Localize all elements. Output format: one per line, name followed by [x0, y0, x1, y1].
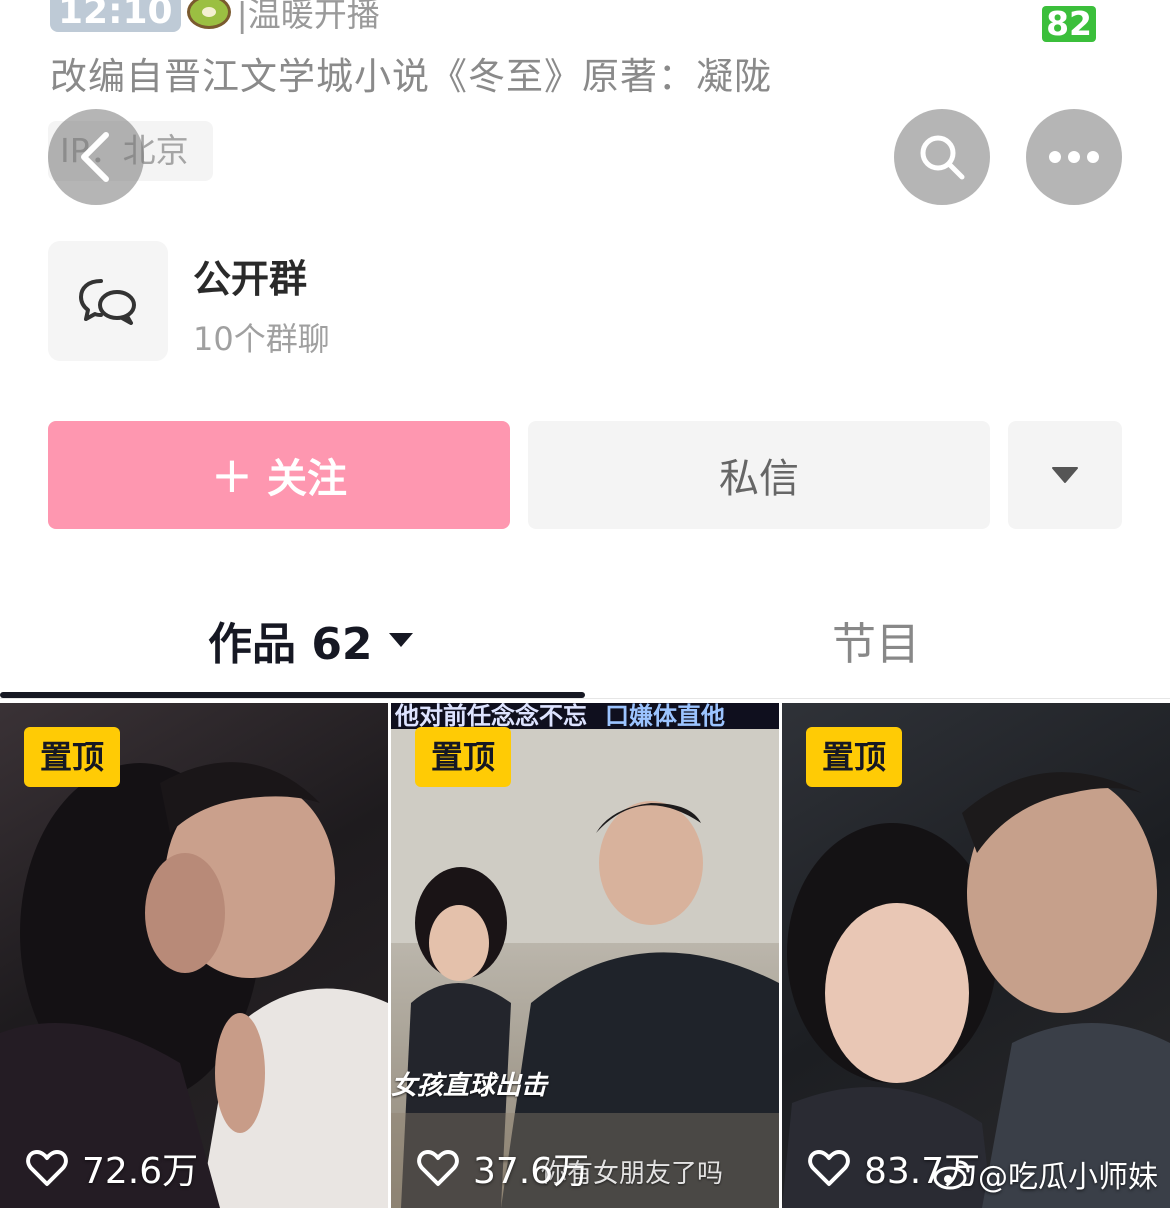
- tab-works[interactable]: 作品 62: [208, 608, 413, 672]
- video-2-banner: 他对前任念念不忘 口嫌体直他: [391, 703, 779, 730]
- video-thumbnail-3[interactable]: 置顶 83.7万 @吃瓜小师妹: [782, 703, 1170, 1208]
- pinned-badge: 置顶: [415, 727, 511, 787]
- heart-icon: [26, 1150, 68, 1186]
- chevron-left-icon: [81, 132, 109, 182]
- message-label: 私信: [719, 456, 799, 502]
- message-button[interactable]: 私信: [528, 421, 990, 529]
- battery-indicator: 82: [1042, 6, 1096, 42]
- follow-label: 关注: [266, 456, 347, 502]
- banner-right-text: 口嫌体直他: [605, 703, 725, 730]
- more-options-button[interactable]: [1026, 109, 1122, 205]
- like-count-text: 37.6万: [473, 1151, 590, 1192]
- group-title[interactable]: 公开群: [193, 248, 307, 303]
- follow-button[interactable]: + 关注: [48, 421, 510, 529]
- like-count-text: 72.6万: [82, 1151, 199, 1192]
- video-2-caption: 女孩直球出击: [391, 1071, 548, 1101]
- profile-bio: 改编自晋江文学城小说《冬至》原著：凝陇: [50, 55, 772, 98]
- video-thumbnail-2[interactable]: 他对前任念念不忘 口嫌体直他 女孩直球出击 你有女朋友了吗 置顶 37.6万: [391, 703, 779, 1208]
- caret-down-icon: [388, 633, 413, 647]
- heart-icon: [417, 1150, 459, 1186]
- heart-icon: [808, 1150, 850, 1186]
- search-button[interactable]: [894, 109, 990, 205]
- plus-icon: +: [211, 446, 253, 504]
- more-dots-icon: [1049, 151, 1099, 163]
- pinned-badge: 置顶: [24, 727, 120, 787]
- tab-divider: [0, 698, 1170, 699]
- search-icon: [920, 135, 965, 180]
- tab-programs[interactable]: 节目: [832, 608, 920, 672]
- group-chat-card[interactable]: [48, 241, 168, 361]
- weibo-watermark: @吃瓜小师妹: [932, 1152, 1158, 1196]
- pinned-badge: 置顶: [806, 727, 902, 787]
- back-button[interactable]: [48, 109, 144, 205]
- group-count: 10个群聊: [193, 320, 330, 358]
- chat-bubbles-icon: [79, 279, 136, 325]
- kiwi-emoji-icon: [186, 0, 231, 29]
- video-thumbnail-1[interactable]: 置顶 72.6万: [0, 703, 388, 1208]
- watermark-text: @吃瓜小师妹: [978, 1160, 1158, 1195]
- status-top-line: 12:10 |温暖开播: [50, 0, 380, 34]
- weibo-logo-icon: [933, 1160, 970, 1190]
- like-count: 72.6万: [26, 1142, 198, 1194]
- caret-down-icon: [1052, 467, 1078, 483]
- status-time: 12:10: [50, 0, 181, 32]
- like-count: 37.6万: [417, 1142, 589, 1194]
- tab-works-label: 作品 62: [208, 619, 373, 670]
- expand-dropdown-button[interactable]: [1008, 421, 1122, 529]
- live-status-text: |温暖开播: [236, 0, 380, 34]
